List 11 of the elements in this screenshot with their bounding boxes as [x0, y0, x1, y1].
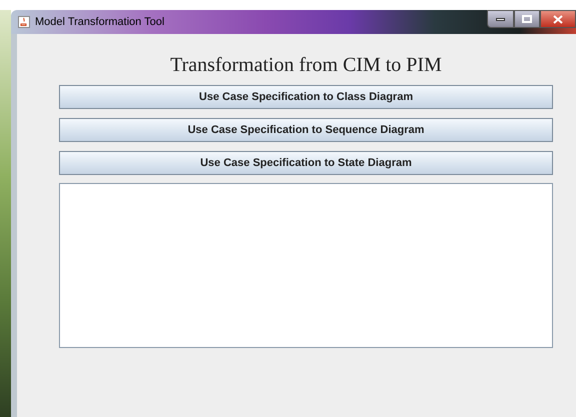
heading: Transformation from CIM to PIM [169, 53, 443, 77]
minimize-icon [496, 18, 505, 20]
action-button[interactable]: Use Case Specification to State Diagram [59, 151, 553, 175]
close-button[interactable] [540, 10, 576, 28]
action-button[interactable]: Use Case Specification to Sequence Diagram [59, 118, 553, 142]
window-title: Model Transformation Tool [35, 14, 164, 30]
close-icon [553, 14, 563, 24]
minimize-button[interactable] [487, 10, 514, 28]
action-button[interactable]: Use Case Specification to Class Diagram [59, 85, 553, 109]
maximize-icon [522, 15, 532, 23]
maximize-button[interactable] [514, 10, 540, 28]
